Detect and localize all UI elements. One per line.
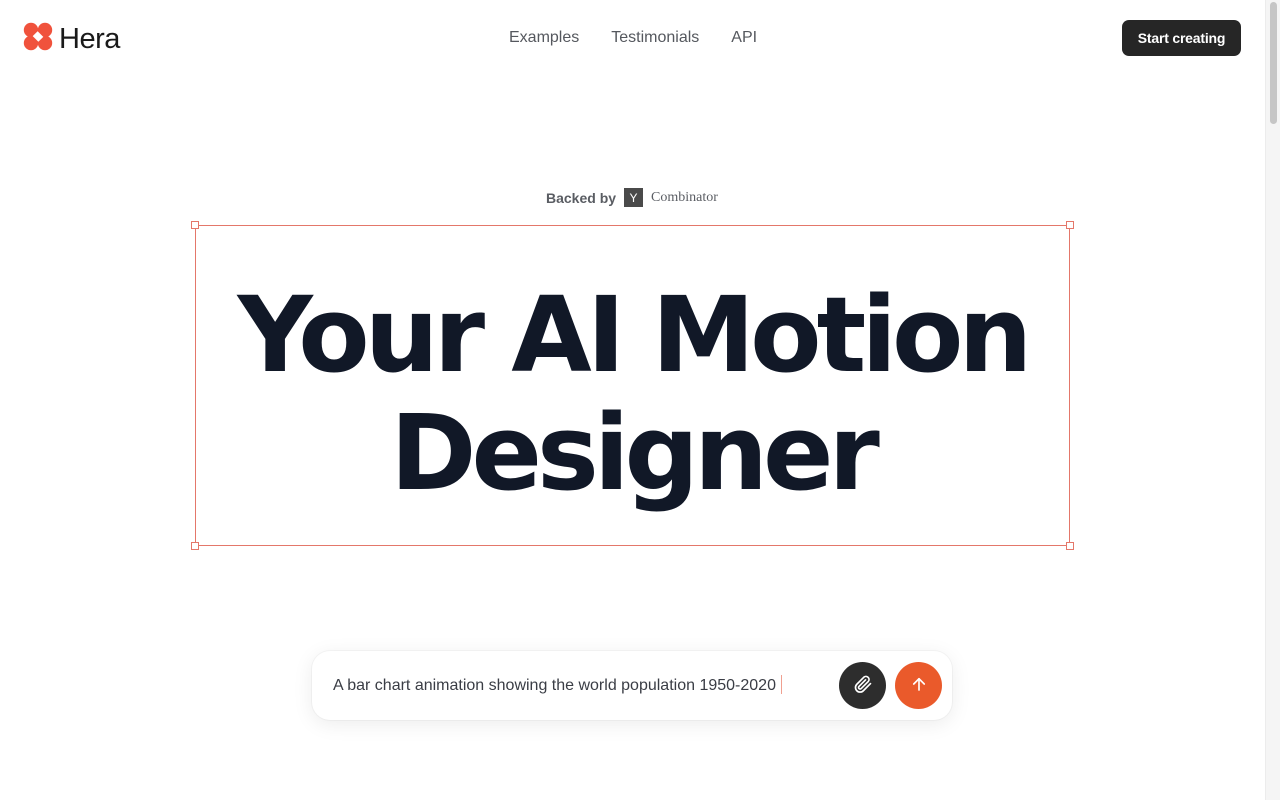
- yc-name: Combinator: [651, 189, 718, 205]
- brand-name: Hera: [59, 22, 120, 55]
- scrollbar-thumb[interactable]: [1270, 2, 1277, 124]
- headline-line-1: Your AI Motion: [237, 274, 1033, 396]
- backed-by-label: Backed by: [546, 189, 617, 206]
- nav-examples[interactable]: Examples: [509, 28, 579, 48]
- send-button[interactable]: [895, 662, 942, 709]
- resize-handle-top-right[interactable]: [1066, 221, 1074, 229]
- paperclip-icon: [853, 674, 873, 697]
- page: Hera Examples Testimonials API Start cre…: [0, 0, 1280, 800]
- attach-button[interactable]: [839, 662, 886, 709]
- headline-line-2: Designer: [390, 392, 880, 514]
- resize-handle-bottom-right[interactable]: [1066, 542, 1074, 550]
- text-caret: [780, 675, 782, 694]
- start-creating-button[interactable]: Start creating: [1122, 20, 1241, 56]
- nav-api[interactable]: API: [731, 28, 757, 48]
- arrow-up-icon: [910, 675, 928, 696]
- site-header: Hera Examples Testimonials API Start cre…: [0, 0, 1265, 76]
- brand-link[interactable]: Hera: [23, 22, 120, 56]
- resize-handle-bottom-left[interactable]: [191, 542, 199, 550]
- hera-logo-icon: [23, 22, 53, 56]
- headline-selection-box: Your AI Motion Designer: [191, 221, 1074, 550]
- prompt-input[interactable]: A bar chart animation showing the world …: [333, 675, 782, 695]
- hero-headline: Your AI Motion Designer: [196, 276, 1069, 512]
- page-scrollbar[interactable]: [1265, 0, 1280, 800]
- prompt-bar: A bar chart animation showing the world …: [312, 651, 952, 720]
- nav-testimonials[interactable]: Testimonials: [611, 28, 699, 48]
- resize-handle-top-left[interactable]: [191, 221, 199, 229]
- backed-by-badge: Backed by Y Combinator: [546, 188, 718, 207]
- main-nav: Examples Testimonials API: [509, 28, 757, 48]
- prompt-input-value: A bar chart animation showing the world …: [333, 677, 776, 694]
- yc-logo-icon: Y: [624, 188, 644, 207]
